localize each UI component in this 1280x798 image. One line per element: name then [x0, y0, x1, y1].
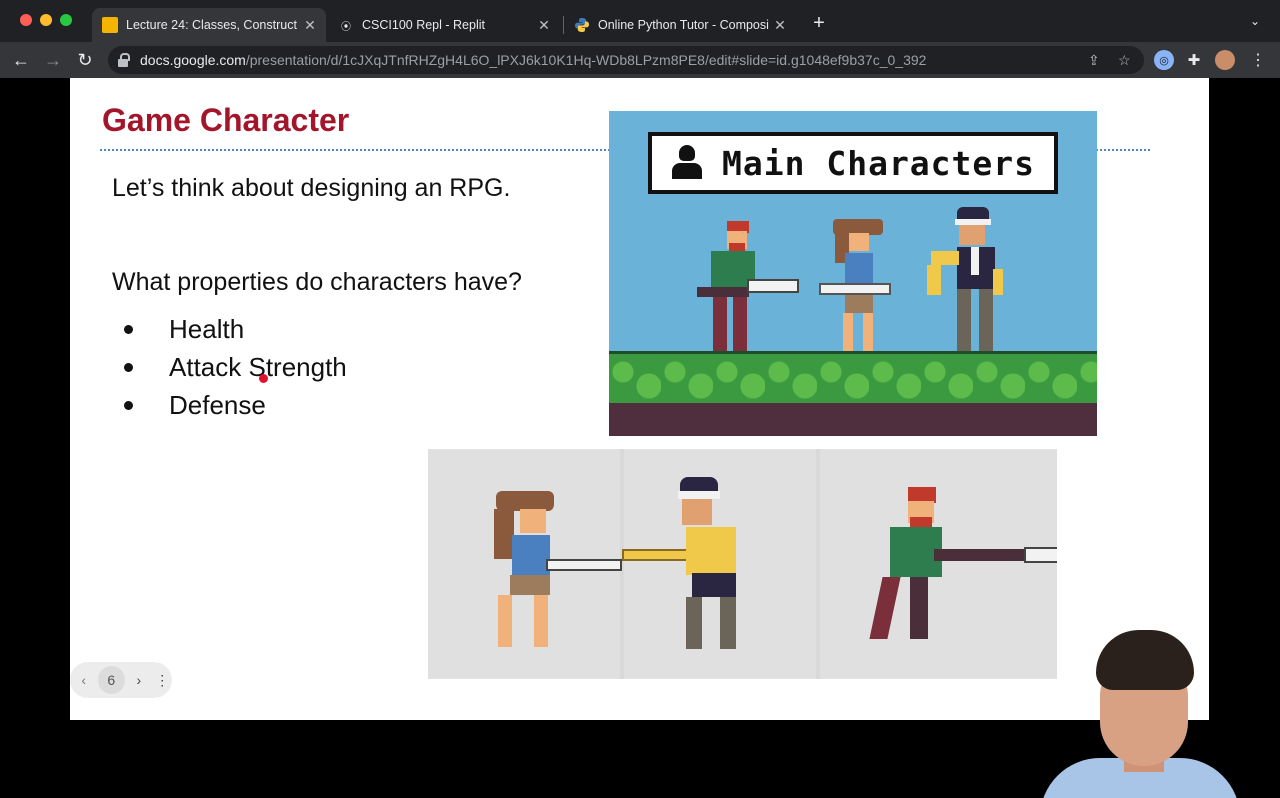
- previous-slide-icon[interactable]: ‹: [70, 672, 98, 688]
- close-icon[interactable]: ✕: [534, 17, 554, 34]
- slides-icon: [102, 17, 118, 33]
- close-icon[interactable]: ✕: [770, 17, 790, 34]
- reload-icon[interactable]: ↻: [73, 48, 97, 72]
- property-list: Health Attack Strength Defense: [124, 312, 347, 426]
- slide-stage: Game Character Let’s think about designi…: [0, 78, 1280, 798]
- url-domain: docs.google.com: [140, 52, 246, 68]
- share-icon[interactable]: ⇪: [1088, 52, 1100, 69]
- slide: Game Character Let’s think about designi…: [70, 78, 1209, 720]
- lock-icon: [118, 53, 130, 67]
- python-icon: [574, 17, 590, 33]
- kebab-menu-icon[interactable]: ⋮: [1248, 50, 1268, 70]
- person-icon: [670, 143, 704, 183]
- tab-bar: Lecture 24: Classes, Construct ✕ ⦿ CSCI1…: [0, 0, 1280, 42]
- presenter-webcam: [1040, 626, 1240, 798]
- slide-pager: ‹ 6 › ⋮: [70, 662, 172, 698]
- new-tab-plus-icon[interactable]: +: [808, 12, 830, 35]
- slide-title: Game Character: [102, 102, 350, 138]
- tab-lecture[interactable]: Lecture 24: Classes, Construct ✕: [92, 8, 326, 42]
- main-characters-image: Main Characters: [609, 111, 1097, 436]
- tab-title: Online Python Tutor - Composi: [598, 18, 769, 32]
- list-item: Health: [124, 312, 347, 350]
- close-icon[interactable]: ✕: [300, 17, 320, 34]
- tab-title: Lecture 24: Classes, Construct: [126, 18, 297, 32]
- avatar[interactable]: [1215, 50, 1235, 70]
- forward-arrow-icon[interactable]: →: [41, 48, 65, 72]
- browser-toolbar: ← → ↻ docs.google.com/presentation/d/1cJ…: [0, 42, 1280, 78]
- laser-pointer: [259, 374, 268, 383]
- slide-intro: Let’s think about designing an RPG.: [112, 174, 511, 202]
- combat-sprites-image: [428, 449, 1057, 679]
- maximize-window-button[interactable]: [60, 14, 72, 26]
- next-slide-icon[interactable]: ›: [125, 672, 153, 688]
- minimize-window-button[interactable]: [40, 14, 52, 26]
- banner: Main Characters: [648, 132, 1058, 194]
- url-path: /presentation/d/1cJXqJTnfRHZgH4L6O_lPXJ6…: [245, 52, 927, 68]
- tab-replit[interactable]: ⦿ CSCI100 Repl - Replit ✕: [328, 8, 560, 42]
- chevron-down-icon[interactable]: ⌄: [1250, 14, 1260, 28]
- presenter-hair: [1096, 630, 1194, 690]
- tab-python-tutor[interactable]: Online Python Tutor - Composi ✕: [564, 8, 796, 42]
- slide-question: What properties do characters have?: [112, 268, 522, 296]
- puzzle-icon[interactable]: ✚: [1184, 50, 1204, 70]
- list-item: Attack Strength: [124, 350, 347, 388]
- back-arrow-icon[interactable]: ←: [9, 48, 33, 72]
- grass: [609, 351, 1097, 403]
- star-icon[interactable]: ☆: [1118, 52, 1131, 69]
- banner-text: Main Characters: [722, 143, 1036, 183]
- close-window-button[interactable]: [20, 14, 32, 26]
- list-item: Defense: [124, 388, 347, 426]
- more-options-icon[interactable]: ⋮: [153, 672, 172, 689]
- extension-icon[interactable]: ◎: [1154, 50, 1174, 70]
- page-number[interactable]: 6: [97, 666, 126, 694]
- address-bar[interactable]: docs.google.com/presentation/d/1cJXqJTnf…: [108, 46, 1144, 74]
- replit-icon: ⦿: [341, 21, 351, 33]
- tab-title: CSCI100 Repl - Replit: [362, 18, 485, 32]
- ground: [609, 351, 1097, 436]
